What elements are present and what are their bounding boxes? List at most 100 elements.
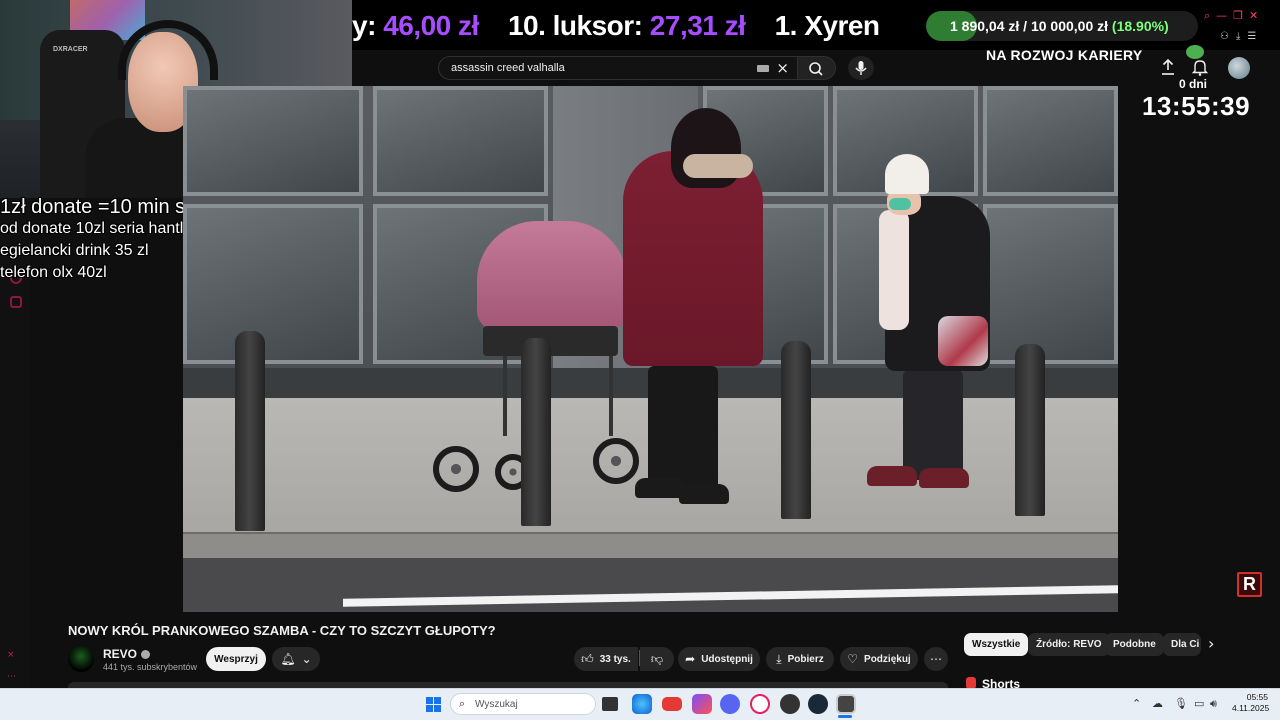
clock-time: 05:55 bbox=[1246, 692, 1268, 702]
chip-related[interactable]: Podobne bbox=[1105, 633, 1164, 656]
chip-all[interactable]: Wszystkie bbox=[964, 633, 1029, 656]
goal-progress-text: 1 890,04 zł / 10 000,00 zł (18.90%) bbox=[950, 18, 1169, 34]
chip-for-you[interactable]: Dla Ci bbox=[1163, 633, 1201, 656]
coat-fur-hood bbox=[683, 154, 753, 178]
woman-legs bbox=[903, 370, 963, 480]
thanks-button[interactable]: ♡ Podziękuj bbox=[840, 647, 918, 671]
notifications-button[interactable]: 🔔︎ ⌄ bbox=[272, 647, 320, 671]
chair-brand: DXRACER bbox=[53, 46, 88, 53]
download-icon: ⤓ bbox=[776, 651, 782, 666]
video-window bbox=[983, 86, 1118, 196]
upload-icon[interactable] bbox=[1160, 58, 1176, 76]
network-icon[interactable]: ▭ bbox=[1194, 697, 1204, 710]
support-label: Wesprzyj bbox=[214, 653, 258, 665]
sidebar-more-icon[interactable]: ⋯ bbox=[7, 672, 16, 682]
boot bbox=[919, 468, 969, 488]
edge-icon[interactable] bbox=[632, 694, 652, 714]
video-window bbox=[373, 86, 548, 196]
zoom-icon[interactable]: ⌕ bbox=[1204, 9, 1210, 23]
task-view-icon[interactable] bbox=[602, 697, 618, 711]
handbag bbox=[938, 316, 988, 366]
video-road bbox=[183, 558, 1118, 612]
ticker-amount: 46,00 zł bbox=[383, 10, 479, 41]
downloads-icon[interactable]: ⤓ bbox=[1236, 31, 1240, 42]
taskbar-search[interactable]: ⌕ Wyszukaj bbox=[450, 693, 596, 715]
onedrive-icon[interactable]: ☁ bbox=[1152, 697, 1163, 710]
browser-toolbar: ⚇ ⤓ ☰ bbox=[1220, 31, 1276, 42]
face-mask bbox=[889, 198, 911, 210]
share-button[interactable]: ➦ Udostępnij bbox=[678, 647, 760, 671]
channel-avatar[interactable] bbox=[68, 646, 94, 672]
search-button[interactable] bbox=[798, 56, 836, 80]
stream-timer: 13:55:39 bbox=[1142, 91, 1251, 121]
video-window bbox=[183, 86, 363, 196]
discord-icon[interactable] bbox=[720, 694, 740, 714]
more-actions-button[interactable]: ⋯ bbox=[924, 647, 948, 671]
chevron-down-icon: ⌄ bbox=[301, 652, 312, 666]
woman-scarf bbox=[879, 210, 909, 330]
video-window bbox=[983, 204, 1118, 364]
xbox-icon[interactable] bbox=[836, 694, 856, 714]
bell-icon: 🔔︎ bbox=[280, 652, 296, 666]
goal-current: 1 890,04 zł bbox=[950, 18, 1020, 34]
chevron-up-icon[interactable]: ⌃ bbox=[1132, 697, 1141, 710]
sidebar-gear-icon[interactable] bbox=[10, 296, 22, 308]
system-clock[interactable]: 05:55 4.11.2025 bbox=[1232, 692, 1269, 714]
support-button[interactable]: Wesprzyj bbox=[206, 647, 266, 671]
channel-watermark[interactable]: R bbox=[1237, 572, 1262, 597]
subscriber-count: 441 tys. subskrybentów bbox=[103, 662, 198, 672]
goal-target: 10 000,00 zł bbox=[1030, 18, 1109, 34]
woman-legs bbox=[648, 366, 718, 496]
search-input[interactable]: assassin creed valhalla × bbox=[438, 56, 798, 80]
ticker-label: 10. luksor: bbox=[507, 10, 643, 41]
chip-source[interactable]: Źródło: REVO bbox=[1028, 633, 1110, 656]
download-button[interactable]: ⤓ Pobierz bbox=[766, 647, 834, 671]
share-icon: ➦ bbox=[685, 652, 696, 666]
volume-icon[interactable]: 🔊︎ bbox=[1210, 697, 1217, 711]
pepe-emote-icon bbox=[1186, 45, 1204, 59]
boot bbox=[867, 466, 917, 486]
snipping-tool-icon[interactable] bbox=[692, 694, 712, 714]
bell-icon[interactable] bbox=[1192, 58, 1208, 76]
channel-name-row[interactable]: REVO bbox=[103, 647, 151, 661]
ticker-amount: 27,31 zł bbox=[649, 10, 746, 41]
chevron-right-icon[interactable]: › bbox=[1208, 634, 1214, 653]
like-count: 33 tys. bbox=[599, 653, 631, 665]
video-curb bbox=[183, 532, 1118, 558]
video-title: NOWY KRÓL PRANKOWEGO SZAMBA - CZY TO SZC… bbox=[68, 623, 496, 638]
steam-icon[interactable] bbox=[808, 694, 828, 714]
search-input-value[interactable]: assassin creed valhalla bbox=[451, 62, 565, 74]
like-button[interactable]: 👍︎ 33 tys. bbox=[574, 647, 638, 671]
youtube-app-icon[interactable] bbox=[662, 697, 682, 711]
stroller-wheel bbox=[593, 438, 639, 484]
profile-icon[interactable]: ⚇ bbox=[1220, 31, 1229, 42]
maximize-icon[interactable]: ❐ bbox=[1233, 9, 1243, 23]
search-icon bbox=[809, 62, 823, 76]
close-icon[interactable]: ✕ bbox=[1249, 9, 1258, 23]
keyboard-icon[interactable] bbox=[757, 65, 769, 72]
clear-search-icon[interactable]: × bbox=[776, 59, 789, 77]
sidebar-x-icon[interactable]: × bbox=[7, 650, 15, 660]
active-app-indicator bbox=[838, 715, 852, 718]
opera-icon[interactable] bbox=[750, 694, 770, 714]
obs-icon[interactable] bbox=[780, 694, 800, 714]
channel-name[interactable]: REVO bbox=[103, 647, 137, 661]
dislike-button[interactable]: 👎︎ bbox=[640, 647, 674, 671]
thanks-label: Podziękuj bbox=[864, 653, 911, 665]
voice-search-button[interactable] bbox=[848, 56, 874, 80]
menu-icon[interactable]: ☰ bbox=[1247, 31, 1256, 42]
window-controls: ⌕ — ❐ ✕ bbox=[1204, 9, 1276, 23]
bollard bbox=[781, 341, 811, 519]
boot bbox=[679, 484, 729, 504]
video-player[interactable] bbox=[183, 86, 1118, 612]
share-label: Udostępnij bbox=[701, 653, 753, 665]
search-icon: ⌕ bbox=[459, 697, 466, 710]
stroller-wheel bbox=[433, 446, 479, 492]
mic-tray-icon[interactable]: 🎙︎ bbox=[1174, 697, 1188, 710]
account-avatar[interactable] bbox=[1228, 57, 1250, 79]
start-icon[interactable] bbox=[426, 697, 441, 712]
goal-percent: (18.90%) bbox=[1111, 18, 1169, 34]
screen: × ⋯ assassin creed valhalla × y: 46,00 z… bbox=[0, 0, 1280, 720]
minimize-icon[interactable]: — bbox=[1216, 9, 1227, 23]
stroller-frame bbox=[503, 356, 613, 436]
